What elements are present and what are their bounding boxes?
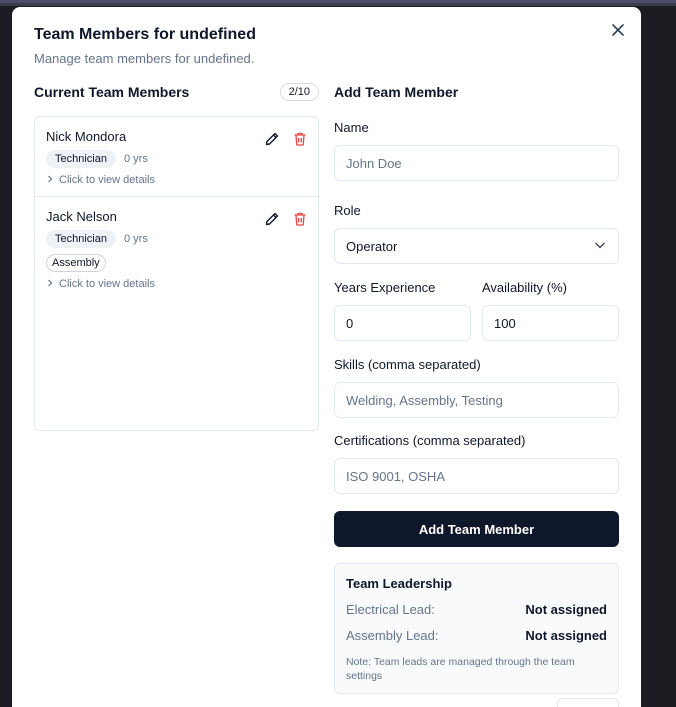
delete-trash-icon[interactable]: [292, 131, 308, 147]
member-tags: Technician 0 yrs: [46, 230, 307, 248]
skills-input[interactable]: Welding, Assembly, Testing: [334, 382, 619, 418]
experience-availability-row: Years Experience 0 Availability (%) 100: [334, 280, 619, 341]
view-details-label: Click to view details: [59, 278, 155, 290]
current-members-title: Current Team Members: [34, 84, 190, 100]
view-details-toggle[interactable]: Click to view details: [46, 278, 307, 290]
assembly-lead-value: Not assigned: [525, 628, 607, 643]
current-members-header: Current Team Members 2/10: [34, 83, 319, 101]
role-label: Role: [334, 203, 361, 218]
members-list: Nick Mondora Technician 0 yrs Click to v…: [34, 116, 319, 431]
years-field: Years Experience 0: [334, 280, 471, 341]
certifications-label: Certifications (comma separated): [334, 433, 526, 448]
certifications-input[interactable]: ISO 9001, OSHA: [334, 458, 619, 494]
modal-subtitle: Manage team members for undefined.: [34, 51, 255, 66]
availability-field: Availability (%) 100: [482, 280, 619, 341]
chevron-down-icon: [593, 238, 607, 255]
modal-title: Team Members for undefined: [34, 26, 256, 43]
skills-label: Skills (comma separated): [334, 357, 481, 372]
role-select[interactable]: Operator: [334, 228, 619, 264]
member-actions: [264, 131, 308, 147]
member-item: Jack Nelson Technician 0 yrs Assembly Cl…: [35, 197, 318, 300]
leadership-row-assembly: Assembly Lead: Not assigned: [346, 628, 607, 643]
experience-text: 0 yrs: [123, 153, 148, 165]
add-member-form: Add Team Member Name John Doe Role Opera…: [334, 83, 619, 694]
edit-pencil-icon[interactable]: [264, 131, 280, 147]
years-label: Years Experience: [334, 280, 436, 295]
edit-pencil-icon[interactable]: [264, 211, 280, 227]
electrical-lead-label: Electrical Lead:: [346, 602, 435, 617]
chevron-right-icon: [46, 175, 54, 185]
view-details-label: Click to view details: [59, 174, 155, 186]
background-topbar: [0, 0, 676, 6]
name-input[interactable]: John Doe: [334, 145, 619, 181]
member-count-badge: 2/10: [279, 83, 319, 101]
availability-label: Availability (%): [482, 280, 568, 295]
team-leadership-panel: Team Leadership Electrical Lead: Not ass…: [334, 563, 619, 694]
member-actions: [264, 211, 308, 227]
leadership-note: Note: Team leads are managed through the…: [346, 656, 575, 682]
years-input[interactable]: 0: [334, 305, 471, 341]
close-icon[interactable]: [609, 21, 627, 39]
availability-input[interactable]: 100: [482, 305, 619, 341]
team-members-modal: Team Members for undefined Manage team m…: [12, 7, 641, 707]
background-topbar-strip: [0, 0, 676, 3]
member-tags: Technician 0 yrs: [46, 150, 307, 168]
electrical-lead-value: Not assigned: [525, 602, 607, 617]
add-team-member-button[interactable]: Add Team Member: [334, 511, 619, 547]
leadership-row-electrical: Electrical Lead: Not assigned: [346, 602, 607, 617]
name-label: Name: [334, 120, 369, 135]
footer-button[interactable]: [557, 698, 619, 707]
member-item: Nick Mondora Technician 0 yrs Click to v…: [35, 117, 318, 197]
view-details-toggle[interactable]: Click to view details: [46, 174, 307, 186]
role-badge: Technician: [46, 150, 116, 168]
role-badge: Technician: [46, 230, 116, 248]
chevron-right-icon: [46, 279, 54, 289]
skill-badge: Assembly: [46, 254, 106, 272]
assembly-lead-label: Assembly Lead:: [346, 628, 439, 643]
add-member-title: Add Team Member: [334, 84, 459, 100]
leadership-title: Team Leadership: [346, 576, 452, 591]
role-select-value: Operator: [346, 238, 398, 254]
experience-text: 0 yrs: [123, 233, 148, 245]
current-members-section: Current Team Members 2/10 Nick Mondora T…: [34, 83, 319, 431]
delete-trash-icon[interactable]: [292, 211, 308, 227]
